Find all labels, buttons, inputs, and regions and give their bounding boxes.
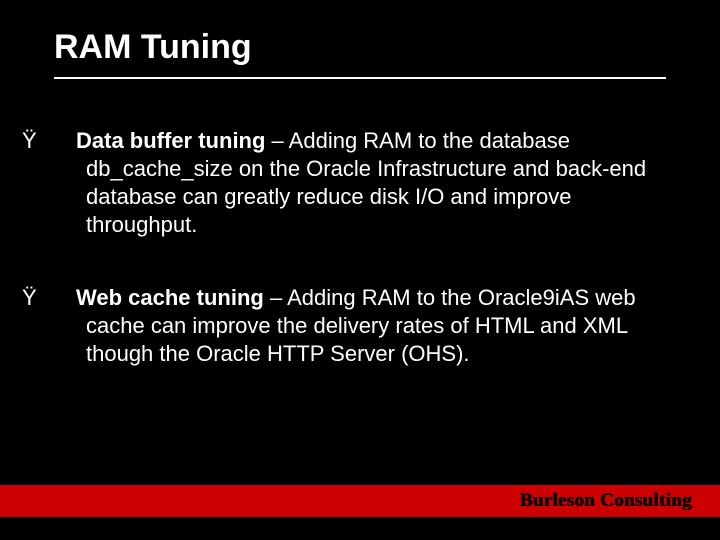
bullet-item: ŸData buffer tuning – Adding RAM to the … — [54, 127, 666, 240]
bullet-item: ŸWeb cache tuning – Adding RAM to the Or… — [54, 284, 666, 368]
bullet-bold: Web cache tuning — [76, 285, 264, 310]
bullet-list: ŸData buffer tuning – Adding RAM to the … — [54, 127, 666, 368]
slide: RAM Tuning ŸData buffer tuning – Adding … — [0, 0, 720, 540]
slide-title: RAM Tuning — [54, 28, 666, 67]
footer-brand: Burleson Consulting — [520, 490, 692, 512]
bullet-icon: Ÿ — [54, 127, 76, 155]
bullet-icon: Ÿ — [54, 284, 76, 312]
title-divider — [54, 77, 666, 79]
footer-bar: Burleson Consulting — [0, 485, 720, 517]
bullet-bold: Data buffer tuning — [76, 128, 265, 153]
